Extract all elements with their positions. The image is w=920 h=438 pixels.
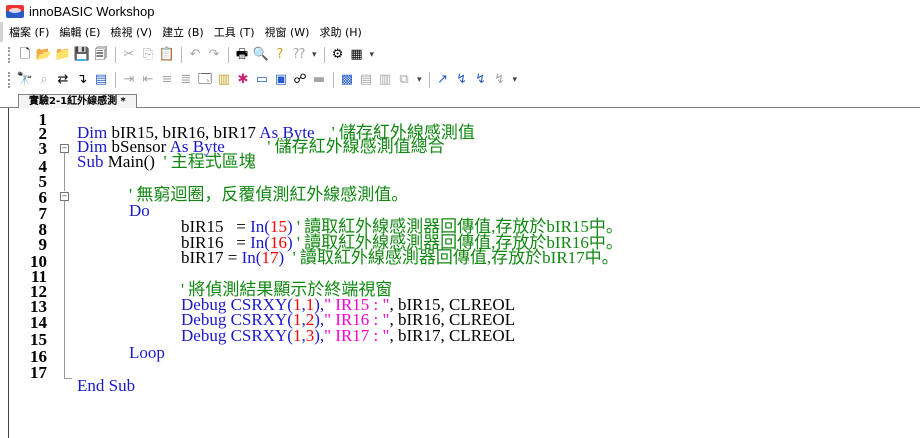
help-icon[interactable]: ? — [272, 47, 288, 63]
copy-icon[interactable]: ⎘ — [140, 47, 156, 63]
code-line[interactable]: Debug CSRXY(1,2)," IR16 : ", bIR16, CLRE… — [9, 297, 909, 328]
code-editor[interactable]: 1 2 3 4 5 6 7 8 9 10 11 12 13 14 15 16 1… — [8, 108, 920, 438]
new-file-icon[interactable]: 🗋 — [17, 47, 33, 63]
print-icon[interactable]: 🖶 — [234, 47, 250, 63]
toolbar-grip[interactable] — [8, 72, 13, 88]
code-line[interactable]: bIR17 = In(17) ' 讀取紅外線感測器回傳值,存放於bIR17中。 — [9, 235, 909, 266]
toolbar-overflow-icon[interactable]: ▾ — [417, 75, 422, 85]
standard-toolbar: 🗋 📂 📁 💾 🗐 ✂ ⎘ 📋 ↶ ↷ 🖶 🔍 ? ⁇ ▾ ⚙ ▦ ▾ — [0, 43, 920, 67]
code-line[interactable]: Loop — [9, 330, 909, 361]
code-text: Main() — [103, 152, 164, 171]
keyword: Loop — [129, 343, 165, 362]
menu-file[interactable]: 檔案 (F) — [9, 24, 49, 40]
output-icon[interactable]: ▬ — [311, 72, 327, 88]
toolbar-separator — [115, 47, 116, 63]
window-title: innoBASIC Workshop — [29, 3, 155, 19]
uncomment-icon[interactable]: ≣ — [178, 72, 194, 88]
open-folder-icon[interactable]: 📂 — [36, 47, 52, 63]
goto-icon[interactable]: ↴ — [74, 72, 90, 88]
app-logo-icon — [6, 4, 24, 18]
menu-help[interactable]: 求助 (H) — [319, 24, 361, 40]
dialog-icon[interactable]: ▣ — [273, 72, 289, 88]
toolbar-overflow-icon[interactable]: ▾ — [312, 50, 317, 60]
menu-edit[interactable]: 編輯 (E) — [59, 24, 100, 40]
code-line[interactable]: ' 將偵測結果顯示於終端視窗 — [9, 267, 909, 298]
cut-icon[interactable]: ✂ — [121, 47, 137, 63]
cascade-icon[interactable]: ⧉ — [396, 72, 412, 88]
code-line[interactable]: Do — [9, 188, 909, 219]
code-line[interactable]: Sub Main() ' 主程式區塊 — [9, 139, 909, 170]
menu-tools[interactable]: 工具 (T) — [214, 24, 255, 40]
comment: ' 主程式區塊 — [163, 152, 256, 171]
toolbar-separator — [115, 72, 116, 88]
find-next-icon[interactable]: ⌕ — [36, 72, 52, 88]
toolbar-separator — [333, 72, 334, 88]
print-preview-icon[interactable]: 🔍 — [253, 47, 269, 63]
toolbar-separator — [428, 72, 430, 88]
toolbar-grip[interactable] — [8, 47, 13, 63]
code-line[interactable]: Dim bIR15, bIR16, bIR17 As Byte ' 儲存紅外線感… — [9, 110, 909, 141]
number-literal: 17 — [261, 248, 279, 267]
indent-icon[interactable]: ⇥ — [121, 72, 137, 88]
code-line[interactable]: bIR16 = In(16) ' 讀取紅外線感測器回傳值,存放於bIR16中。 — [9, 220, 909, 251]
split-vertical-icon[interactable]: ▥ — [377, 72, 393, 88]
tab-experiment-2-1[interactable]: 實驗2-1紅外線感測 * — [18, 94, 137, 109]
layout-icon[interactable]: ▩ — [339, 72, 355, 88]
module-icon[interactable]: ✱ — [235, 72, 251, 88]
undo-icon[interactable]: ↶ — [187, 47, 203, 63]
paste-icon[interactable]: 📋 — [159, 47, 175, 63]
code-line[interactable]: Dim bSensor As Byte ' 儲存紅外線感測值總合 — [9, 124, 909, 155]
keyword: Sub — [108, 376, 136, 395]
save-icon[interactable]: 💾 — [74, 47, 90, 63]
code-line[interactable]: Debug CSRXY(1,3)," IR17 : ", bIR17, CLRE… — [9, 313, 909, 344]
menu-window[interactable]: 視窗 (W) — [265, 24, 310, 40]
menu-bar: 檔案 (F) 編輯 (E) 檢視 (V) 建立 (B) 工具 (T) 視窗 (W… — [0, 22, 920, 42]
code-text: bIR17 = — [181, 248, 242, 267]
settings-icon[interactable]: ⚙ — [330, 47, 346, 63]
save-all-icon[interactable]: 🗐 — [93, 47, 109, 63]
comment: ' 讀取紅外線感測器回傳值,存放於bIR17中。 — [284, 248, 619, 267]
title-bar: innoBASIC Workshop — [0, 0, 920, 22]
window-icon[interactable]: ▭ — [254, 72, 270, 88]
toolbar-separator — [228, 47, 229, 63]
toolbar-overflow-icon[interactable]: ▾ — [370, 50, 375, 60]
split-horizontal-icon[interactable]: ▤ — [358, 72, 374, 88]
replace-icon[interactable]: ⇄ — [55, 72, 71, 88]
context-help-icon[interactable]: ⁇ — [291, 47, 307, 63]
window-list-icon[interactable]: ▦ — [349, 47, 365, 63]
redo-icon[interactable]: ↷ — [206, 47, 222, 63]
comment-icon[interactable]: ≡ — [159, 72, 175, 88]
bookmark-icon[interactable]: ▤ — [93, 72, 109, 88]
toolbar-separator — [181, 47, 182, 63]
open-project-icon[interactable]: 📁 — [55, 47, 71, 63]
code-line[interactable]: ' 無窮迴圈，反覆偵測紅外線感測值。 — [9, 172, 909, 203]
project-icon[interactable]: ▥ — [216, 72, 232, 88]
terminal-icon[interactable]: ☍ — [292, 72, 308, 88]
code-line[interactable]: bIR15 = In(15) ' 讀取紅外線感測器回傳值,存放於bIR15中。 — [9, 204, 909, 235]
keyword: End — [77, 376, 105, 395]
properties-icon[interactable]: 🗔 — [197, 72, 213, 88]
run-icon[interactable]: ↯ — [473, 72, 489, 88]
code-line[interactable]: End Sub — [9, 363, 909, 394]
keyword: Sub — [77, 152, 104, 171]
compile-icon[interactable]: ↗ — [435, 72, 451, 88]
download-icon[interactable]: ↯ — [454, 72, 470, 88]
outdent-icon[interactable]: ⇤ — [140, 72, 156, 88]
document-tab-bar: 實驗2-1紅外線感測 * — [0, 93, 920, 109]
toolbar-separator — [323, 47, 325, 63]
stop-icon[interactable]: ↯ — [492, 72, 508, 88]
code-line[interactable]: Debug CSRXY(1,1)," IR15 : ", bIR15, CLRE… — [9, 282, 909, 313]
keyword: In — [241, 248, 256, 267]
edit-toolbar: 🔭 ⌕ ⇄ ↴ ▤ ⇥ ⇤ ≡ ≣ 🗔 ▥ ✱ ▭ ▣ ☍ ▬ ▩ ▤ ▥ ⧉ … — [0, 68, 920, 92]
menu-view[interactable]: 檢視 (V) — [110, 24, 152, 40]
toolbar-overflow-icon[interactable]: ▾ — [513, 75, 518, 85]
find-icon[interactable]: 🔭 — [17, 72, 33, 88]
menu-build[interactable]: 建立 (B) — [162, 24, 204, 40]
